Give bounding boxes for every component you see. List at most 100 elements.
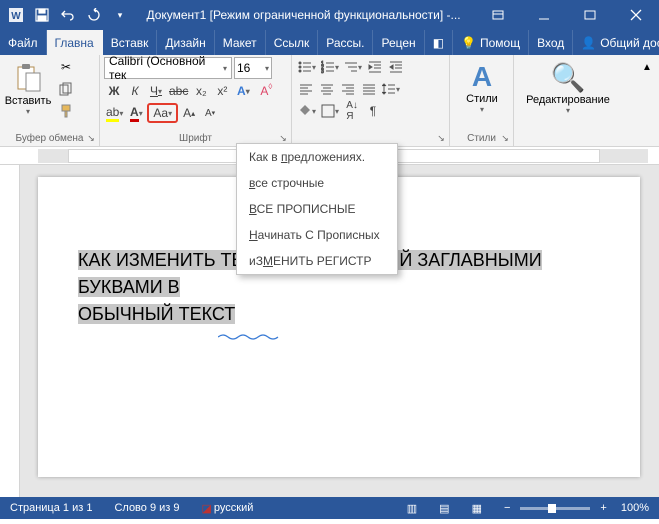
- subscript-button[interactable]: x₂: [191, 81, 211, 101]
- strikethrough-button[interactable]: abc: [167, 81, 190, 101]
- ruler-vertical[interactable]: [0, 165, 20, 497]
- tab-share[interactable]: 👤 Общий доступ: [573, 30, 659, 55]
- align-right-button[interactable]: [338, 79, 358, 99]
- styles-launcher-icon[interactable]: ↘: [499, 132, 511, 144]
- grow-font-button[interactable]: A▴: [179, 103, 199, 123]
- borders-button[interactable]: ▾: [319, 101, 341, 121]
- styles-label: Стили: [466, 93, 498, 105]
- word-icon[interactable]: W: [4, 3, 28, 27]
- chevron-down-icon: ▾: [265, 64, 269, 73]
- align-left-button[interactable]: [296, 79, 316, 99]
- status-language[interactable]: ◪ русский: [198, 502, 258, 515]
- italic-button[interactable]: К: [125, 81, 145, 101]
- case-sentence-label: Как в предложениях.: [249, 150, 365, 164]
- chevron-down-icon: ▾: [480, 105, 484, 114]
- editing-label: Редактирование: [526, 94, 610, 106]
- status-page[interactable]: Страница 1 из 1: [6, 502, 96, 514]
- case-upper[interactable]: ВСЕ ПРОПИСНЫЕ: [237, 196, 397, 222]
- show-marks-button[interactable]: ¶: [363, 101, 383, 121]
- font-name-combo[interactable]: Calibri (Основной тек▾: [104, 57, 232, 79]
- numbering-button[interactable]: 123▾: [319, 57, 341, 77]
- titlebar: W ▾ Документ1 [Режим ограниченной функци…: [0, 0, 659, 30]
- sort-button[interactable]: A↓Я: [342, 101, 362, 121]
- increase-indent-button[interactable]: [386, 57, 406, 77]
- case-sentence[interactable]: Как в предложениях.: [237, 144, 397, 170]
- selected-text-line2[interactable]: ОБЫЧНЫЙ ТЕКСТ: [78, 304, 235, 324]
- clear-format-button[interactable]: A◊: [254, 81, 274, 101]
- font-size-combo[interactable]: 16 ▾: [234, 57, 272, 79]
- save-icon[interactable]: [30, 3, 54, 27]
- bullets-button[interactable]: ▾: [296, 57, 318, 77]
- tab-signin[interactable]: Вход: [529, 30, 573, 55]
- tab-insert[interactable]: Вставк: [103, 30, 158, 55]
- format-painter-icon[interactable]: [56, 101, 76, 121]
- paste-button[interactable]: Вставить ▾: [4, 61, 52, 118]
- svg-text:W: W: [11, 11, 21, 22]
- bold-button[interactable]: Ж: [104, 81, 124, 101]
- zoom-thumb[interactable]: [548, 504, 556, 513]
- tab-layout[interactable]: Макет: [215, 30, 266, 55]
- zoom-in-button[interactable]: +: [596, 502, 610, 514]
- view-read-icon[interactable]: ▥: [403, 502, 421, 515]
- close-icon[interactable]: [613, 0, 659, 30]
- clipboard-launcher-icon[interactable]: ↘: [85, 132, 97, 144]
- tab-file[interactable]: Файл: [0, 30, 47, 55]
- group-editing: 🔍 Редактирование ▾: [514, 55, 624, 146]
- tab-home[interactable]: Главна: [47, 30, 103, 55]
- zoom-level[interactable]: 100%: [617, 502, 653, 514]
- justify-button[interactable]: [359, 79, 379, 99]
- status-words[interactable]: Слово 9 из 9: [110, 502, 183, 514]
- tab-design[interactable]: Дизайн: [157, 30, 214, 55]
- view-print-icon[interactable]: ▤: [435, 502, 453, 515]
- shrink-font-button[interactable]: A▾: [200, 103, 220, 123]
- highlight-button[interactable]: ab▾: [104, 103, 125, 123]
- group-font: Calibri (Основной тек▾ 16 ▾ Ж К Ч ▾ abc x…: [100, 55, 292, 146]
- share-icon: 👤: [581, 36, 596, 50]
- case-toggle[interactable]: иЗМЕНИТЬ РЕГИСТР: [237, 248, 397, 274]
- group-clipboard-label: Буфер обмена: [4, 131, 95, 146]
- change-case-button[interactable]: Aa▾: [147, 103, 178, 123]
- font-size-value: 16: [237, 61, 250, 75]
- tab-review[interactable]: Рецен: [373, 30, 424, 55]
- redo-icon[interactable]: [82, 3, 106, 27]
- shading-button[interactable]: ▾: [296, 101, 318, 121]
- line-spacing-button[interactable]: ▾: [380, 79, 402, 99]
- align-center-button[interactable]: [317, 79, 337, 99]
- tab-share-label: Общий доступ: [600, 36, 659, 50]
- window-controls: [475, 0, 659, 30]
- tab-mailings[interactable]: Рассы.: [318, 30, 373, 55]
- qat-customize-icon[interactable]: ▾: [108, 3, 132, 27]
- zoom-out-button[interactable]: −: [500, 502, 514, 514]
- window-title: Документ1 [Режим ограниченной функционал…: [132, 8, 475, 22]
- copy-icon[interactable]: [56, 79, 76, 99]
- svg-text:3: 3: [321, 69, 324, 74]
- tab-view-icon[interactable]: ◧: [425, 30, 453, 55]
- paragraph-launcher-icon[interactable]: ↘: [435, 132, 447, 144]
- zoom-slider[interactable]: [520, 507, 590, 510]
- group-clipboard: Вставить ▾ ✂ Буфер обмена ↘: [0, 55, 100, 146]
- group-styles: A Стили ▾ Стили ↘: [450, 55, 514, 146]
- multilevel-button[interactable]: ▾: [342, 57, 364, 77]
- text-effects-button[interactable]: A▾: [233, 81, 253, 101]
- tab-help-label: Помощ: [480, 36, 520, 50]
- undo-icon[interactable]: [56, 3, 80, 27]
- ribbon: Вставить ▾ ✂ Буфер обмена ↘ Calibri (Осн…: [0, 55, 659, 147]
- font-color-button[interactable]: A▾: [126, 103, 146, 123]
- underline-button[interactable]: Ч ▾: [146, 81, 166, 101]
- minimize-icon[interactable]: [521, 0, 567, 30]
- superscript-button[interactable]: x²: [212, 81, 232, 101]
- styles-button[interactable]: A Стили ▾: [454, 57, 510, 114]
- cut-icon[interactable]: ✂: [56, 57, 76, 77]
- case-capitalize[interactable]: Начинать С Прописных: [237, 222, 397, 248]
- decrease-indent-button[interactable]: [365, 57, 385, 77]
- ribbon-display-icon[interactable]: [475, 0, 521, 30]
- maximize-icon[interactable]: [567, 0, 613, 30]
- collapse-ribbon-icon[interactable]: ▲: [637, 57, 657, 77]
- styles-icon: A: [472, 61, 492, 93]
- group-paragraph: ▾ 123▾ ▾ ▾ ▾ ▾ A↓Я ¶ ↘: [292, 55, 450, 146]
- editing-button[interactable]: 🔍 Редактирование ▾: [518, 57, 618, 115]
- view-web-icon[interactable]: ▦: [468, 502, 486, 515]
- tab-help[interactable]: 💡Помощ: [453, 30, 529, 55]
- tab-references[interactable]: Ссылк: [266, 30, 319, 55]
- case-lower[interactable]: все строчные: [237, 170, 397, 196]
